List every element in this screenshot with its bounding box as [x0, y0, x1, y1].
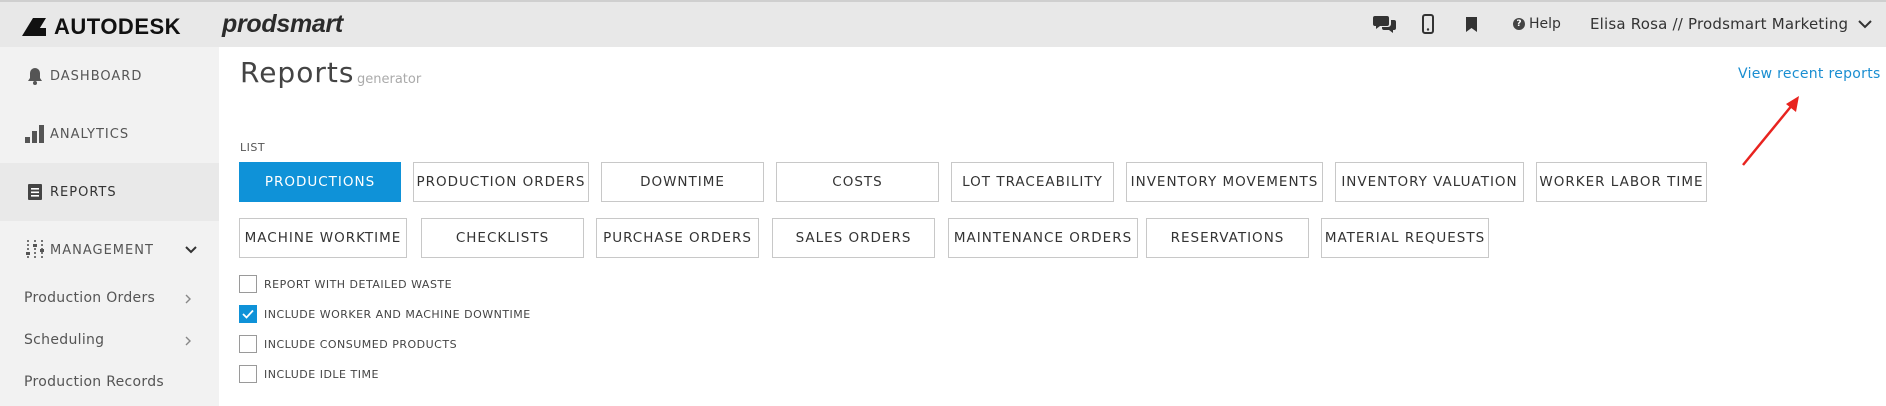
sidebar-subitem-production-records[interactable]: Production Records — [0, 362, 219, 402]
checkbox[interactable] — [239, 335, 257, 353]
list-label: LIST — [240, 141, 266, 154]
chevron-right-icon — [185, 292, 191, 308]
sidebar-item-dashboard[interactable]: DASHBOARD — [0, 47, 219, 105]
chevron-down-icon — [185, 243, 197, 258]
brand-name: AUTODESK — [54, 14, 182, 39]
report-icon — [24, 181, 46, 203]
sidebar-subitem-scheduling[interactable]: Scheduling — [0, 320, 219, 360]
checkbox[interactable] — [239, 275, 257, 293]
report-button-checklists[interactable]: CHECKLISTS — [421, 218, 584, 258]
user-label: Elisa Rosa // Prodsmart Marketing — [1590, 15, 1849, 33]
page-subtitle: generator — [357, 72, 422, 87]
checkbox[interactable] — [239, 365, 257, 383]
autodesk-mark-icon — [22, 18, 46, 36]
sidebar-subitem-label: Production Records — [24, 374, 164, 390]
checkbox-checked[interactable] — [239, 305, 257, 323]
sidebar: DASHBOARD ANALYTICS REPORTS MANAGEMENT P… — [0, 47, 219, 406]
help-link[interactable]: ? Help — [1513, 16, 1561, 32]
sliders-icon — [24, 239, 46, 261]
bar-chart-icon — [24, 123, 46, 145]
bell-icon — [24, 65, 46, 87]
report-button-inventory-movements[interactable]: INVENTORY MOVEMENTS — [1126, 162, 1323, 202]
bookmark-icon[interactable] — [1466, 17, 1477, 36]
report-button-material-requests[interactable]: MATERIAL REQUESTS — [1321, 218, 1489, 258]
report-button-reservations[interactable]: RESERVATIONS — [1146, 218, 1309, 258]
autodesk-logo[interactable]: AUTODESK — [22, 14, 181, 40]
page-title: Reports — [240, 56, 355, 89]
sidebar-subitem-label: Production Orders — [24, 290, 156, 306]
chat-icon[interactable] — [1373, 14, 1397, 38]
report-button-machine-worktime[interactable]: MACHINE WORKTIME — [239, 218, 407, 258]
sidebar-item-analytics[interactable]: ANALYTICS — [0, 105, 219, 163]
question-icon: ? — [1513, 18, 1525, 30]
report-button-worker-labor-time[interactable]: WORKER LABOR TIME — [1536, 162, 1707, 202]
report-button-lot-traceability[interactable]: LOT TRACEABILITY — [951, 162, 1114, 202]
user-menu[interactable]: Elisa Rosa // Prodsmart Marketing — [1590, 15, 1872, 33]
report-button-purchase-orders[interactable]: PURCHASE ORDERS — [596, 218, 759, 258]
option-consumed-products[interactable]: INCLUDE CONSUMED PRODUCTS — [239, 335, 457, 353]
option-idle-time[interactable]: INCLUDE IDLE TIME — [239, 365, 379, 383]
sidebar-item-label: REPORTS — [50, 184, 117, 200]
sidebar-subitem-production-orders[interactable]: Production Orders — [0, 278, 219, 318]
sidebar-item-reports[interactable]: REPORTS — [0, 163, 219, 221]
report-button-production-orders[interactable]: PRODUCTION ORDERS — [413, 162, 589, 202]
report-button-maintenance-orders[interactable]: MAINTENANCE ORDERS — [948, 218, 1138, 258]
report-button-sales-orders[interactable]: SALES ORDERS — [772, 218, 935, 258]
sidebar-item-label: DASHBOARD — [50, 68, 143, 84]
option-label: REPORT WITH DETAILED WASTE — [264, 277, 453, 291]
option-label: INCLUDE IDLE TIME — [264, 367, 379, 381]
sidebar-item-management[interactable]: MANAGEMENT — [0, 221, 219, 279]
option-detailed-waste[interactable]: REPORT WITH DETAILED WASTE — [239, 275, 452, 293]
view-recent-reports-link[interactable]: View recent reports — [1738, 66, 1881, 82]
report-button-productions[interactable]: PRODUCTIONS — [239, 162, 401, 202]
report-button-downtime[interactable]: DOWNTIME — [601, 162, 764, 202]
mobile-icon[interactable] — [1422, 14, 1434, 38]
chevron-down-icon — [1858, 15, 1872, 33]
sidebar-subitem-label: Scheduling — [24, 332, 105, 348]
report-button-costs[interactable]: COSTS — [776, 162, 939, 202]
option-label: INCLUDE CONSUMED PRODUCTS — [264, 337, 458, 351]
sidebar-item-label: MANAGEMENT — [50, 242, 154, 258]
annotation-arrow-icon — [1742, 96, 1799, 166]
chevron-right-icon — [185, 334, 191, 350]
checkmark-icon — [242, 309, 254, 319]
sidebar-item-label: ANALYTICS — [50, 126, 130, 142]
report-button-inventory-valuation[interactable]: INVENTORY VALUATION — [1335, 162, 1524, 202]
help-label: Help — [1529, 16, 1561, 32]
option-worker-machine-downtime[interactable]: INCLUDE WORKER AND MACHINE DOWNTIME — [239, 305, 531, 323]
option-label: INCLUDE WORKER AND MACHINE DOWNTIME — [264, 307, 531, 321]
prodsmart-logo[interactable]: prodsmart — [222, 10, 343, 39]
top-bar: AUTODESK prodsmart ? Help Elisa Rosa // … — [0, 0, 1886, 47]
